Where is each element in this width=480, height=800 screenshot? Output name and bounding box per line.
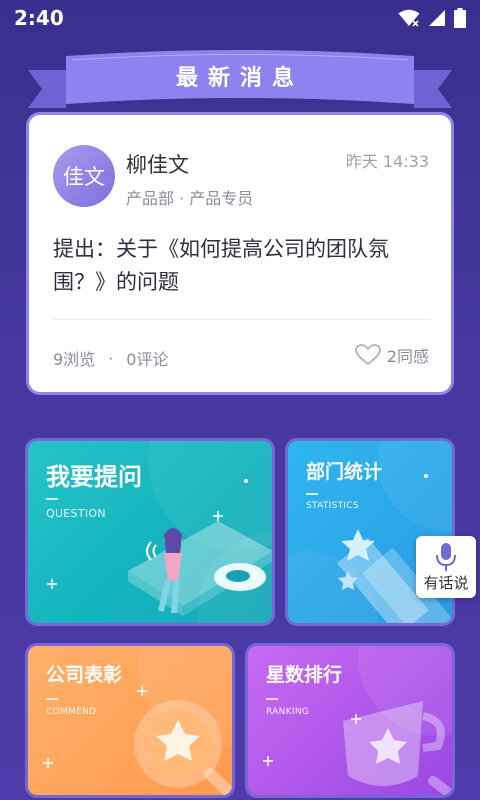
tile-title: 部门统计 (306, 461, 383, 483)
star-ranking-tile[interactable]: 星数排行 RANKING (245, 643, 455, 798)
status-time: 2:40 (14, 6, 64, 30)
tile-dash (306, 493, 318, 495)
likes-count: 2同感 (386, 347, 429, 366)
tile-title: 我要提问 (46, 463, 142, 491)
post-time: 昨天 14:33 (345, 152, 429, 171)
divider (53, 319, 431, 320)
tile-title: 公司表彰 (46, 664, 123, 686)
microphone-icon (436, 543, 456, 571)
voice-label: 有话说 (423, 574, 469, 592)
views-count: 9浏览 (53, 350, 96, 369)
wifi-icon (398, 9, 420, 27)
battery-icon (454, 8, 466, 28)
comments-count[interactable]: 0评论 (126, 346, 168, 370)
tile-dash (46, 698, 58, 700)
avatar[interactable]: 佳文 (53, 145, 115, 207)
tile-dash (46, 498, 58, 500)
tile-subtitle: RANKING (266, 707, 310, 717)
company-commend-tile[interactable]: 公司表彰 COMMEND (25, 643, 235, 798)
tile-subtitle: QUESTION (46, 507, 106, 520)
heart-icon (355, 344, 381, 366)
separator: · (108, 348, 114, 368)
status-icons (398, 8, 466, 28)
ask-question-tile[interactable]: 我要提问 QUESTION (25, 438, 275, 626)
like-button[interactable]: 2同感 (355, 343, 429, 367)
tile-subtitle: COMMEND (46, 707, 97, 717)
tile-dash (266, 698, 278, 700)
ribbon-title: 最新消息 (175, 66, 304, 91)
tile-title: 星数排行 (266, 664, 343, 686)
author-name: 柳佳文 (126, 153, 189, 177)
status-bar: 2:40 (0, 0, 480, 36)
post-content[interactable]: 提出：关于《如何提高公司的团队氛围？》的问题 (53, 233, 433, 299)
tile-subtitle: STATISTICS (306, 501, 359, 511)
latest-news-ribbon: 最新消息 (28, 48, 452, 114)
news-card[interactable]: 佳文 柳佳文 产品部 · 产品专员 昨天 14:33 提出：关于《如何提高公司的… (26, 112, 454, 395)
post-stats: 9浏览 · 0评论 (53, 346, 168, 370)
author-department: 产品部 · 产品专员 (126, 189, 254, 208)
voice-feedback-button[interactable]: 有话说 (416, 536, 476, 598)
cellular-signal-icon (429, 10, 445, 26)
